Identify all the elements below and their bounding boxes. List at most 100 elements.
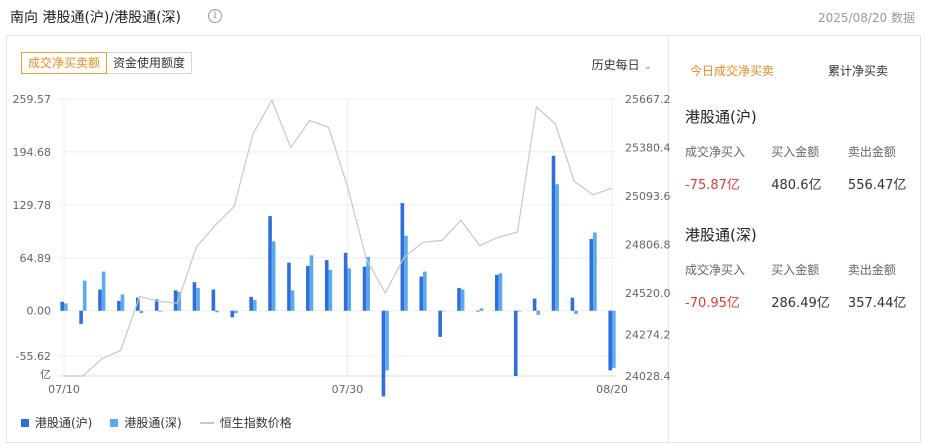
bar-sh: [192, 282, 197, 311]
y2-tick-label: 25667.2: [625, 93, 670, 106]
bar-sz: [271, 241, 276, 311]
summary-tabs: 今日成交净买卖 累计净买卖: [669, 62, 921, 79]
net-buy-value: -70.95亿: [685, 296, 740, 311]
x-tick-label: 07/10: [48, 383, 80, 396]
bar-sh: [608, 310, 612, 371]
y-tick-label: 259.57: [13, 93, 52, 106]
y-unit-label: 亿: [40, 368, 51, 381]
y-tick-label: 0.00: [27, 305, 52, 318]
legend-item-index[interactable]: 恒生指数价格: [199, 414, 292, 431]
bar-sz: [82, 280, 87, 311]
bar-sh: [438, 310, 442, 337]
page-title: 南向 港股通(沪)/港股通(深): [10, 10, 182, 26]
page-header: 南向 港股通(沪)/港股通(深) i 2025/08/20 数据: [0, 0, 925, 34]
bar-sh: [60, 301, 64, 311]
bar-sz: [234, 310, 238, 314]
legend-label: 港股通(沪): [35, 416, 93, 430]
bar-sh: [79, 310, 83, 324]
tab-today-net[interactable]: 今日成交净买卖: [669, 62, 795, 79]
bar-sh: [476, 310, 480, 312]
period-dropdown[interactable]: 历史每日 ⌄: [592, 56, 652, 73]
buy-amount-value: 480.6亿: [771, 178, 822, 193]
bar-sz: [517, 310, 522, 312]
buy-amount-label: 买入金额: [771, 145, 820, 159]
legend-item-sh[interactable]: 港股通(沪): [21, 414, 92, 431]
bar-sh: [287, 262, 291, 311]
y-tick-label: -55.62: [16, 350, 51, 363]
market-summary-sz: 港股通(深) 成交净买入 买入金额 卖出金额 -70.95亿 286.49亿 3…: [685, 224, 915, 311]
x-tick-label: 07/30: [332, 383, 364, 396]
bar-sz: [404, 235, 408, 311]
bar-sh: [173, 290, 178, 311]
sell-amount-label: 卖出金额: [847, 263, 896, 277]
market-summary-sh: 港股通(沪) 成交净买入 买入金额 卖出金额 -75.87亿 480.6亿 55…: [685, 106, 915, 193]
net-buy-label: 成交净买入: [685, 145, 746, 159]
tab-cumulative-net[interactable]: 累计净买卖: [795, 62, 921, 79]
bar-sz: [101, 271, 106, 311]
bar-sz: [498, 273, 503, 311]
bar-sz: [555, 184, 559, 311]
chart-legend: 港股通(沪) 港股通(深) 恒生指数价格: [21, 414, 310, 431]
summary-panel: 今日成交净买卖 累计净买卖 港股通(沪) 成交净买入 买入金额 卖出金额 -75…: [669, 35, 921, 443]
bar-sh: [249, 296, 253, 311]
bar-sz: [423, 271, 427, 311]
sell-amount-label: 卖出金额: [847, 145, 896, 159]
bar-sz: [441, 310, 446, 312]
legend-item-sz[interactable]: 港股通(深): [110, 414, 182, 431]
bar-sz: [158, 310, 163, 312]
bar-sz: [215, 310, 219, 313]
market-name: 港股通(深): [685, 226, 757, 244]
sell-amount-value: 357.44亿: [847, 296, 907, 311]
legend-swatch: [21, 418, 29, 427]
market-name: 港股通(沪): [685, 108, 757, 126]
net-flow-chart: 259.57 194.68 129.78 64.89 0.00 -55.62 亿 25667.…: [13, 93, 670, 397]
bar-sz: [328, 269, 333, 311]
bar-sz: [593, 232, 597, 311]
legend-swatch: [199, 421, 214, 424]
bar-sz: [460, 289, 465, 311]
y-tick-label: 64.89: [20, 252, 52, 265]
bar-sh: [495, 274, 499, 311]
chart-tab-group: 成交净买卖额 资金使用额度: [21, 52, 193, 74]
bar-sh: [551, 155, 556, 311]
sell-amount-value: 556.47亿: [847, 178, 907, 193]
chevron-down-icon: ⌄: [643, 61, 652, 72]
tab-quota-usage[interactable]: 资金使用额度: [107, 52, 193, 74]
bar-sz: [64, 303, 68, 311]
bar-sh: [400, 203, 405, 311]
bar-sh: [98, 289, 102, 311]
period-label: 历史每日: [591, 58, 640, 72]
legend-label: 港股通(深): [124, 416, 182, 430]
bar-sz: [120, 294, 125, 311]
data-date: 2025/08/20 数据: [818, 11, 915, 25]
bar-sh: [419, 276, 424, 311]
y2-tick-label: 24806.8: [625, 238, 670, 251]
bar-sh: [117, 300, 121, 311]
x-tick-label: 08/20: [596, 383, 628, 396]
bar-sh: [268, 216, 272, 311]
net-buy-label: 成交净买入: [685, 263, 746, 277]
bar-sz: [479, 308, 484, 311]
bar-sz: [139, 310, 144, 314]
bar-sz: [252, 300, 257, 311]
bar-sh: [211, 289, 216, 311]
bar-sz: [347, 268, 352, 311]
tab-net-buy-sell[interactable]: 成交净买卖额: [21, 52, 108, 74]
bar-sh: [532, 298, 537, 311]
bar-sz: [309, 255, 314, 311]
info-icon[interactable]: i: [208, 9, 222, 23]
bar-sh: [306, 265, 310, 311]
y-tick-label: 194.68: [13, 146, 52, 159]
legend-swatch: [110, 418, 119, 427]
bar-sh: [381, 310, 386, 397]
bar-sh: [570, 297, 575, 311]
bar-sz: [612, 310, 616, 368]
y2-tick-label: 25380.4: [625, 141, 670, 154]
hsi-price-line: [64, 98, 613, 377]
legend-label: 恒生指数价格: [219, 416, 292, 430]
bar-sz: [385, 310, 389, 371]
bar-sh: [457, 287, 461, 311]
bar-sh: [589, 238, 594, 311]
buy-amount-value: 286.49亿: [771, 296, 830, 311]
bar-sz: [574, 310, 578, 315]
